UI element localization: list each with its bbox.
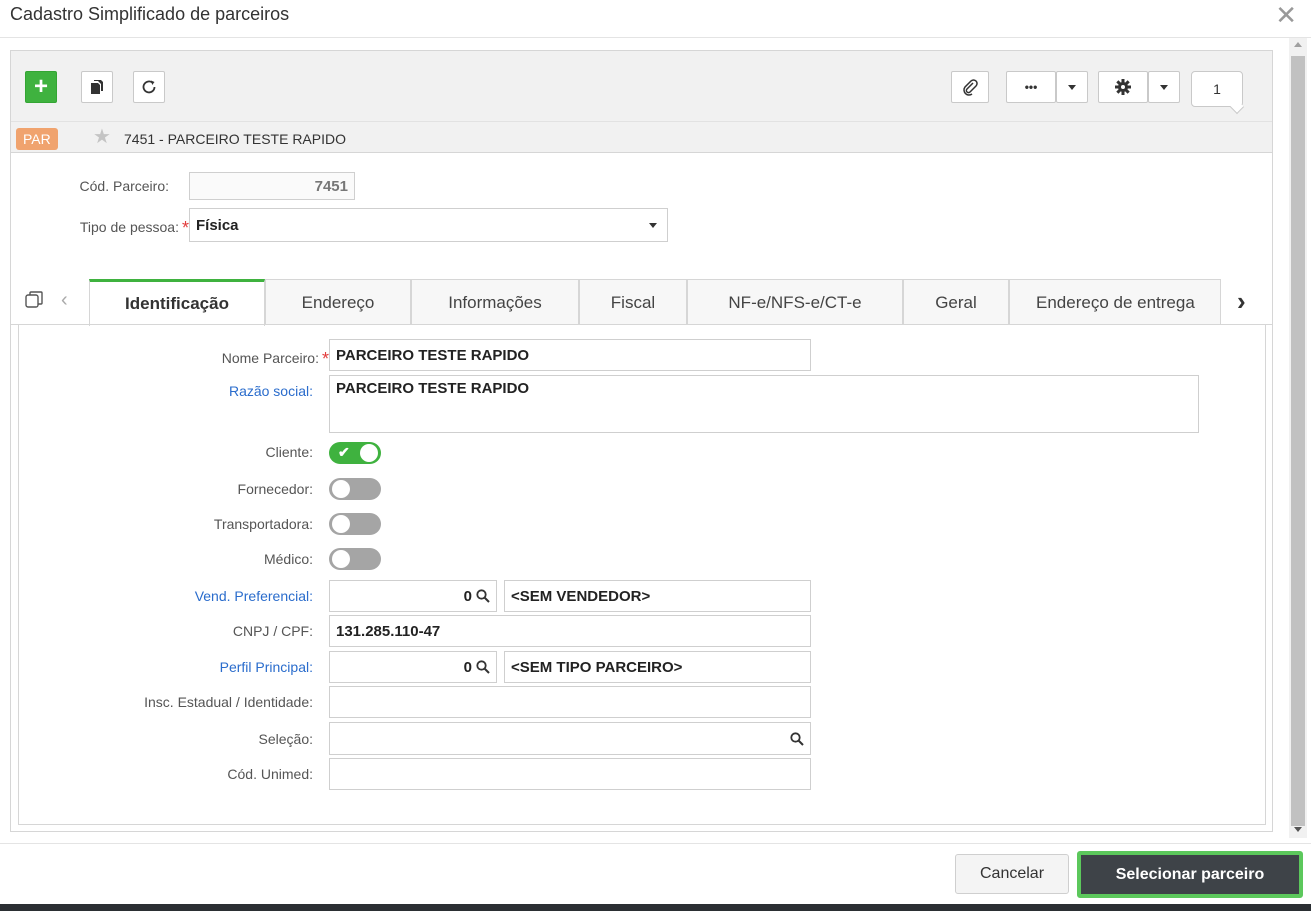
- razao-social-textarea[interactable]: PARCEIRO TESTE RAPIDO: [329, 375, 1199, 433]
- nome-parceiro-label-text: Nome Parceiro:: [221, 350, 319, 366]
- record-title: 7451 - PARCEIRO TESTE RAPIDO: [124, 131, 346, 147]
- record-header: PAR ★ 7451 - PARCEIRO TESTE RAPIDO: [11, 121, 1272, 153]
- vertical-scrollbar[interactable]: [1289, 38, 1307, 838]
- tab-endereco-entrega[interactable]: Endereço de entrega: [1009, 279, 1221, 325]
- transportadora-toggle[interactable]: [329, 513, 381, 535]
- add-button[interactable]: +: [25, 71, 57, 103]
- tab-identificacao[interactable]: Identificação: [89, 279, 265, 326]
- refresh-icon: [142, 80, 156, 94]
- tab-geral[interactable]: Geral: [903, 279, 1009, 325]
- chevron-down-icon: [649, 222, 657, 228]
- toggle-knob: [332, 515, 350, 533]
- tipo-pessoa-value: Física: [196, 216, 239, 234]
- gear-icon: [1115, 79, 1131, 95]
- search-icon[interactable]: [476, 660, 490, 674]
- chevron-down-icon: [1160, 84, 1168, 90]
- cnpj-cpf-label: CNPJ / CPF:: [232, 623, 313, 639]
- tab-fiscal[interactable]: Fiscal: [579, 279, 687, 325]
- more-actions-dropdown[interactable]: [1056, 71, 1088, 103]
- check-icon: ✔: [338, 444, 350, 460]
- copy-icon: [91, 80, 103, 94]
- cliente-label: Cliente:: [265, 444, 313, 460]
- vend-preferencial-code: 0: [463, 587, 472, 605]
- perfil-principal-label[interactable]: Perfil Principal:: [11, 659, 313, 675]
- tab-informacoes[interactable]: Informações: [411, 279, 579, 325]
- settings-dropdown[interactable]: [1148, 71, 1180, 103]
- windows-icon[interactable]: [25, 291, 43, 309]
- duplicate-button[interactable]: [81, 71, 113, 103]
- scroll-down-icon[interactable]: [1294, 827, 1302, 832]
- toggle-knob: [332, 480, 350, 498]
- taskbar-strip: [0, 904, 1311, 911]
- scrollbar-thumb[interactable]: [1291, 56, 1305, 826]
- cod-parceiro-label: Cód. Parceiro:: [79, 178, 169, 194]
- tabs-bar: ‹ Identificação Endereço Informações Fis…: [11, 279, 1272, 326]
- required-mark: *: [181, 218, 189, 238]
- medico-toggle[interactable]: [329, 548, 381, 570]
- plus-icon: +: [33, 73, 48, 100]
- nome-parceiro-label: Nome Parceiro: *: [11, 347, 329, 369]
- search-icon[interactable]: [476, 589, 490, 603]
- toggle-knob: [360, 444, 378, 462]
- tab-scroll-right-icon[interactable]: ›: [1237, 286, 1246, 317]
- paperclip-icon: [963, 79, 978, 96]
- cnpj-cpf-input[interactable]: 131.285.110-47: [329, 615, 811, 647]
- perfil-principal-code-input[interactable]: 0: [329, 651, 497, 683]
- favorite-star-icon[interactable]: ★: [93, 127, 111, 147]
- tab-nfe[interactable]: NF-e/NFS-e/CT-e: [687, 279, 903, 325]
- select-partner-button[interactable]: Selecionar parceiro: [1077, 851, 1303, 898]
- refresh-button[interactable]: [133, 71, 165, 103]
- toolbar: + ••• 1: [11, 51, 1272, 121]
- page-number: 1: [1213, 81, 1221, 97]
- footer-divider: [0, 843, 1311, 844]
- selecao-input[interactable]: [329, 722, 811, 755]
- dialog-title-bar: Cadastro Simplificado de parceiros ✕: [0, 0, 1311, 38]
- cod-parceiro-field: 7451: [189, 172, 355, 200]
- partner-dialog: Cadastro Simplificado de parceiros ✕ + •…: [0, 0, 1311, 904]
- attach-button[interactable]: [951, 71, 989, 103]
- vend-preferencial-code-input[interactable]: 0: [329, 580, 497, 612]
- more-actions-button[interactable]: •••: [1006, 71, 1056, 103]
- scroll-up-icon[interactable]: [1294, 42, 1302, 47]
- tipo-pessoa-label: Tipo de pessoa: *: [11, 216, 189, 238]
- insc-estadual-label: Insc. Estadual / Identidade:: [144, 694, 313, 710]
- page-number-notch: [1229, 99, 1245, 115]
- cliente-toggle[interactable]: ✔: [329, 442, 381, 464]
- vend-preferencial-desc: <SEM VENDEDOR>: [504, 580, 811, 612]
- insc-estadual-input[interactable]: [329, 686, 811, 718]
- fornecedor-toggle[interactable]: [329, 478, 381, 500]
- tipo-pessoa-label-text: Tipo de pessoa:: [79, 219, 179, 235]
- perfil-principal-code: 0: [463, 658, 472, 676]
- tipo-pessoa-select[interactable]: Física: [189, 208, 668, 242]
- close-icon[interactable]: ✕: [1275, 0, 1297, 30]
- chevron-down-icon: [1068, 84, 1076, 90]
- entity-badge: PAR: [16, 128, 58, 150]
- nome-parceiro-input[interactable]: PARCEIRO TESTE RAPIDO: [329, 339, 811, 371]
- tab-endereco[interactable]: Endereço: [265, 279, 411, 325]
- medico-label: Médico:: [263, 551, 313, 567]
- fornecedor-label: Fornecedor:: [237, 481, 313, 497]
- toggle-knob: [332, 550, 350, 568]
- selecao-label: Seleção:: [258, 731, 313, 747]
- search-icon[interactable]: [790, 731, 804, 746]
- tab-scroll-left-icon[interactable]: ‹: [61, 289, 68, 312]
- cancel-button[interactable]: Cancelar: [955, 854, 1069, 894]
- cod-unimed-input[interactable]: [329, 758, 811, 790]
- perfil-principal-desc: <SEM TIPO PARCEIRO>: [504, 651, 811, 683]
- page-number-field[interactable]: 1: [1191, 71, 1245, 115]
- razao-social-label[interactable]: Razão social:: [11, 383, 313, 399]
- ellipsis-icon: •••: [1024, 80, 1038, 94]
- vend-preferencial-label[interactable]: Vend. Preferencial:: [11, 588, 313, 604]
- cod-unimed-label: Cód. Unimed:: [227, 766, 313, 782]
- transportadora-label: Transportadora:: [213, 516, 313, 532]
- dialog-title: Cadastro Simplificado de parceiros: [10, 4, 290, 24]
- settings-button[interactable]: [1098, 71, 1148, 103]
- form-frame: + ••• 1 PAR ★ 7451 - PARCEIRO TESTE RAPI…: [10, 50, 1273, 832]
- required-mark: *: [321, 349, 329, 369]
